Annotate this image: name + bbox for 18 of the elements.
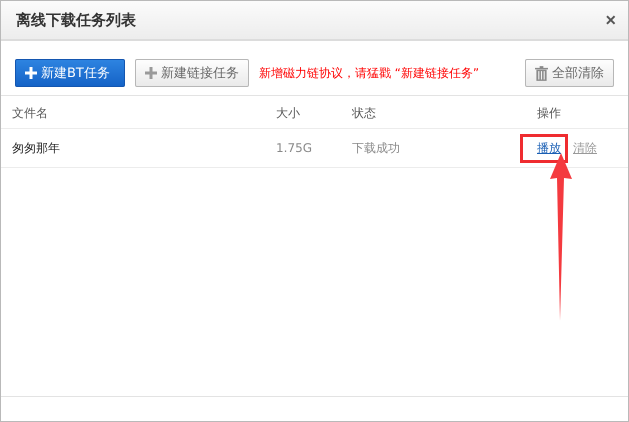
plus-icon — [25, 67, 37, 79]
close-button[interactable]: × — [605, 10, 616, 30]
window-title: 离线下载任务列表 — [16, 10, 136, 30]
column-header: 操作 — [536, 104, 562, 122]
plus-icon — [144, 67, 157, 79]
new-task-button[interactable]: 新建链接任务 — [134, 59, 249, 87]
task-status: 下载成功 — [352, 140, 401, 156]
trash-icon — [535, 66, 548, 80]
file-size: 1.75G — [276, 141, 314, 155]
file-name: 匆匆那年 — [12, 140, 61, 156]
column-header: 大小 — [276, 104, 301, 122]
play-link[interactable]: 播放 — [523, 136, 565, 160]
column-header: 文件名 — [12, 104, 49, 122]
clear-all-button[interactable]: 全部清除 — [525, 59, 614, 87]
column-header: 状态 — [352, 104, 377, 122]
notice-text: 新增磁力链协议，请猛戳 “新建链接任务” — [258, 64, 480, 82]
new-task-button[interactable]: 新建BT任务 — [15, 59, 125, 87]
clear-link[interactable]: 清除 — [571, 136, 599, 160]
